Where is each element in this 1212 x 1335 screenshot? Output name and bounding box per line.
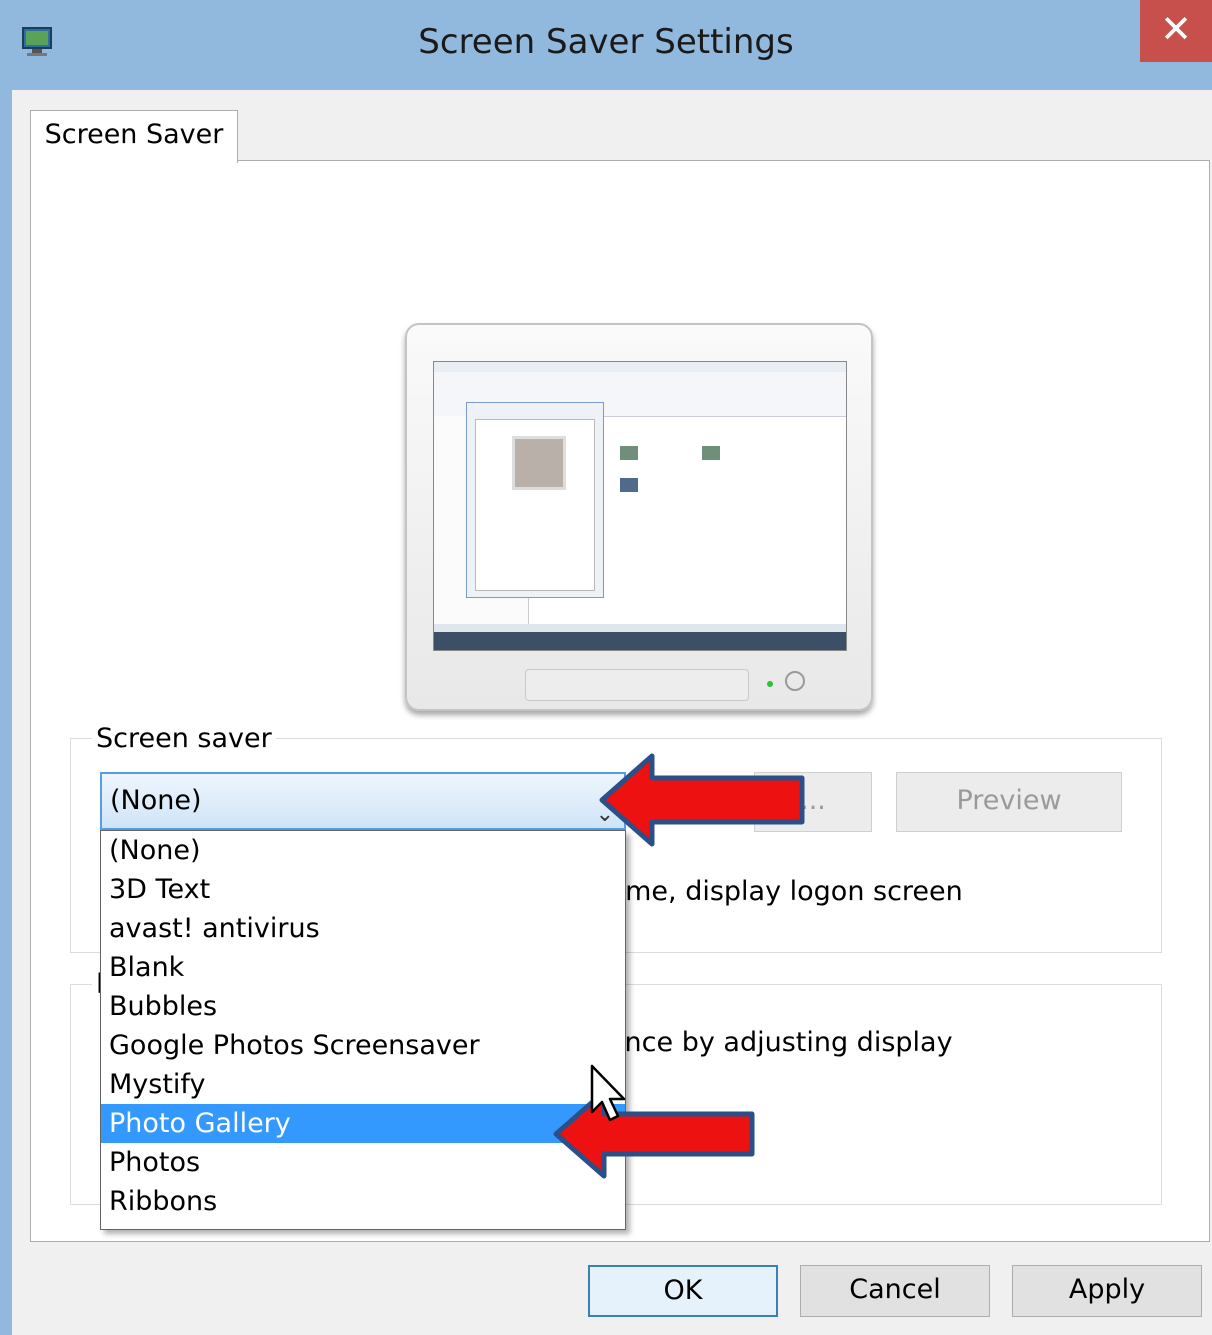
mouse-pointer-icon (590, 1064, 626, 1122)
ok-button[interactable]: OK (588, 1265, 778, 1317)
apply-button[interactable]: Apply (1012, 1265, 1202, 1317)
dropdown-item-photo-gallery[interactable]: Photo Gallery (101, 1104, 625, 1143)
dropdown-item-google-photos-screensaver[interactable]: Google Photos Screensaver (101, 1026, 625, 1065)
screen-saver-dropdown-list[interactable]: (None) 3D Text avast! antivirus Blank Bu… (100, 830, 626, 1230)
preview-thumbnail (620, 478, 638, 492)
tab-screen-saver[interactable]: Screen Saver (30, 110, 238, 163)
window-title: Screen Saver Settings (418, 22, 794, 62)
dropdown-item-3d-text[interactable]: 3D Text (101, 870, 625, 909)
on-resume-logon-checkbox-label[interactable]: ume, display logon screen (608, 876, 963, 907)
cancel-button[interactable]: Cancel (800, 1265, 990, 1317)
dropdown-item-photos[interactable]: Photos (101, 1143, 625, 1182)
preview-taskbar (434, 632, 846, 650)
preview-button[interactable]: Preview (896, 772, 1122, 832)
combobox-selected-value: (None) (110, 785, 202, 816)
screen-saver-settings-window: Screen Saver Settings ✕ Screen Saver Scr… (0, 0, 1212, 1335)
dropdown-item-mystify[interactable]: Mystify (101, 1065, 625, 1104)
monitor-preview (405, 323, 873, 711)
monitor-base-slot (525, 669, 749, 701)
dropdown-item-avast-antivirus[interactable]: avast! antivirus (101, 909, 625, 948)
preview-thumbnail (620, 446, 638, 460)
screen-saver-group-label: Screen saver (92, 722, 276, 756)
preview-picture (512, 436, 566, 490)
monitor-preview-screen (433, 361, 847, 651)
power-management-description: ance by adjusting display (608, 1027, 953, 1058)
red-arrow-icon (599, 753, 805, 847)
dropdown-item-ribbons[interactable]: Ribbons (101, 1182, 625, 1221)
preview-thumbnail (702, 446, 720, 460)
close-icon: ✕ (1160, 7, 1192, 51)
preview-titlebar (434, 362, 846, 372)
dropdown-item-none[interactable]: (None) (101, 831, 625, 870)
power-led-icon (767, 681, 773, 687)
preview-statusbar (434, 624, 846, 632)
power-button-icon (785, 671, 805, 691)
preview-dialog (466, 402, 604, 598)
close-button[interactable]: ✕ (1140, 0, 1212, 62)
screen-saver-combobox[interactable]: (None) ⌄ (100, 772, 626, 830)
preview-dialog-body (475, 419, 595, 591)
dropdown-item-blank[interactable]: Blank (101, 948, 625, 987)
title-bar[interactable]: Screen Saver Settings ✕ (0, 0, 1212, 90)
dropdown-item-bubbles[interactable]: Bubbles (101, 987, 625, 1026)
